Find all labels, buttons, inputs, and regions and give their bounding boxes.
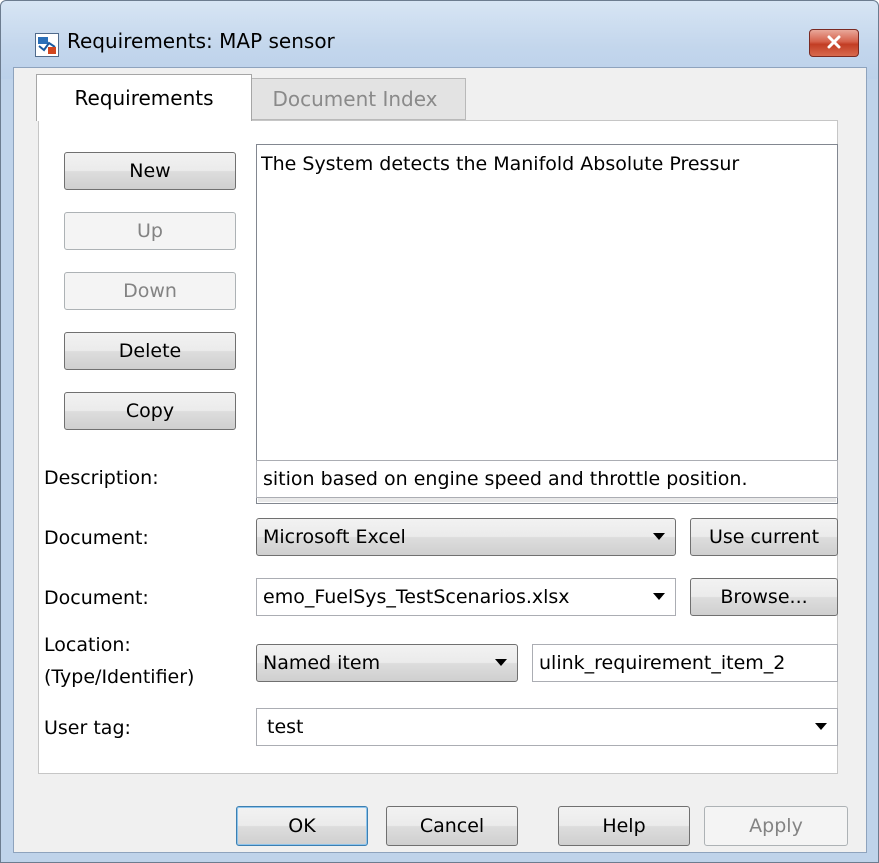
description-field[interactable]: sition based on engine speed and throttl… — [256, 460, 838, 498]
cancel-button[interactable]: Cancel — [386, 806, 518, 846]
location-type-value: Named item — [263, 652, 381, 674]
up-button[interactable]: Up — [64, 212, 236, 250]
location-label: Location: — [44, 634, 131, 656]
close-x-icon — [826, 34, 842, 53]
down-button[interactable]: Down — [64, 272, 236, 310]
close-button[interactable] — [809, 29, 859, 57]
simulink-app-icon — [35, 33, 59, 57]
footer-bar: OK Cancel Help Apply — [14, 786, 866, 852]
document-field[interactable]: emo_FuelSys_TestScenarios.xlsx — [256, 578, 676, 616]
window-title: Requirements: MAP sensor — [67, 29, 335, 53]
location-identifier-field[interactable]: ulink_requirement_item_2 — [532, 644, 838, 682]
use-current-button[interactable]: Use current — [690, 518, 838, 556]
tab-requirements[interactable]: Requirements — [36, 74, 252, 121]
chevron-down-icon — [653, 533, 665, 540]
new-button[interactable]: New — [64, 152, 236, 190]
chevron-down-icon[interactable] — [815, 723, 827, 730]
location-sublabel: (Type/Identifier) — [44, 666, 195, 688]
user-tag-value: test — [267, 716, 304, 738]
document-type-value: Microsoft Excel — [263, 526, 406, 548]
location-type-select[interactable]: Named item — [256, 644, 518, 682]
user-tag-field[interactable]: test — [256, 708, 838, 746]
list-item[interactable]: The System detects the Manifold Absolute… — [261, 153, 831, 175]
dialog-window: Requirements: MAP sensor Requirements Do… — [0, 0, 879, 863]
user-tag-label: User tag: — [44, 717, 131, 739]
tab-document-index[interactable]: Document Index — [244, 78, 466, 120]
chevron-down-icon — [495, 659, 507, 666]
document-type-select[interactable]: Microsoft Excel — [256, 518, 676, 556]
chevron-down-icon[interactable] — [653, 593, 665, 600]
ok-button[interactable]: OK — [236, 806, 368, 846]
document-value: emo_FuelSys_TestScenarios.xlsx — [263, 586, 570, 608]
help-button[interactable]: Help — [558, 806, 690, 846]
requirements-list[interactable]: The System detects the Manifold Absolute… — [256, 144, 838, 504]
apply-button[interactable]: Apply — [704, 806, 848, 846]
description-label: Description: — [44, 467, 159, 489]
browse-button[interactable]: Browse... — [690, 578, 838, 616]
delete-button[interactable]: Delete — [64, 332, 236, 370]
document-type-label: Document: — [44, 527, 149, 549]
document-label: Document: — [44, 587, 149, 609]
copy-button[interactable]: Copy — [64, 392, 236, 430]
dialog-client-area: Requirements Document Index New Up Down … — [13, 67, 867, 853]
